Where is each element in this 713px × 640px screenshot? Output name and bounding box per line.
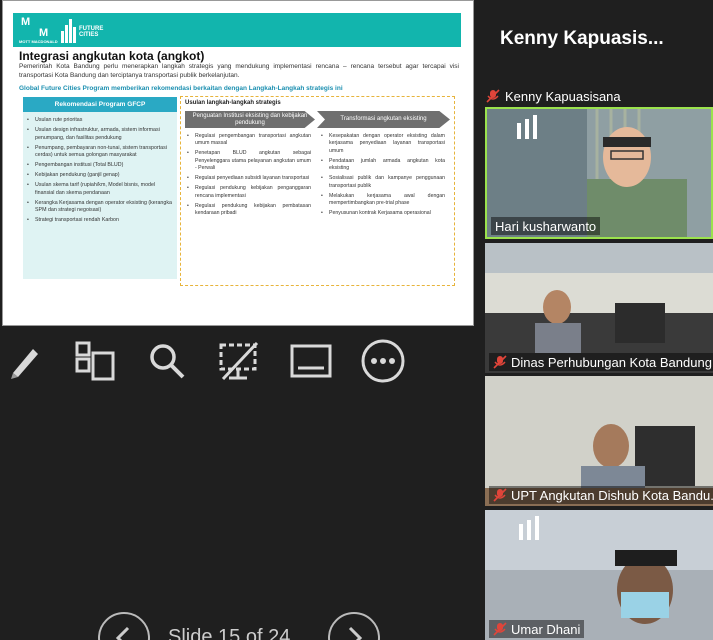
participant-name: Umar Dhani [511, 621, 581, 637]
mic-muted-icon [493, 355, 507, 369]
participant-kenny-label: Kenny Kapuasisana [486, 87, 621, 105]
video-tile-umar-dhani[interactable]: Umar Dhani [485, 510, 713, 640]
list-item: Pengembangan institusi (Total BLUD) [27, 162, 175, 170]
strategy-panel-header: Usulan langkah-langkah strategis [185, 100, 281, 106]
list-item: Usulan rute prioritas [27, 117, 175, 125]
participant-name-tag: Dinas Perhubungan Kota Bandung [489, 353, 713, 371]
list-item: Penetapan BLUD angkutan sebagai Penyelen… [187, 150, 311, 172]
list-item: Regulasi pengembangan transportasi angku… [187, 133, 311, 148]
participant-name-tag: Hari kusharwanto [491, 217, 601, 235]
mic-muted-icon [493, 622, 507, 636]
strategy-column-2-list: Kesepakatan dengan operator eksisting da… [321, 133, 445, 220]
zoom-icon[interactable] [144, 338, 190, 384]
recommendation-panel: Rekomendasi Program GFCP Usulan rute pri… [23, 97, 177, 279]
list-item: Kebijakan pendukung (ganjil genap) [27, 172, 175, 180]
recommendation-list: Usulan rute prioritas Usulan design infr… [27, 117, 175, 227]
participant-name: UPT Angkutan Dishub Kota Bandu... [511, 487, 713, 503]
slide-title: Integrasi angkutan kota (angkot) [19, 49, 205, 63]
list-item: Regulasi pendukung kebijakan penganggara… [187, 185, 311, 200]
list-item: Kerangka Kerjasama dengan operator eksis… [27, 200, 175, 215]
mic-muted-icon [486, 89, 500, 103]
chevron-left-icon [115, 626, 130, 640]
shared-slide: MM MOTT MACDONALD FUTURE CITIES Integras… [2, 0, 474, 326]
video-tile-dinas-perhubungan[interactable]: Dinas Perhubungan Kota Bandung [485, 243, 713, 373]
pen-icon[interactable] [2, 338, 48, 384]
list-item: Strategi transportasi rendah Karbon [27, 217, 175, 225]
slide-intro-text: Pemerintah Kota Bandung perlu menerapkan… [19, 63, 459, 79]
video-tile-hari[interactable]: Hari kusharwanto [485, 107, 713, 239]
more-icon[interactable] [360, 338, 406, 384]
list-item: Regulasi penyediaan subsidi layanan tran… [187, 175, 311, 183]
strategy-panel: Usulan langkah-langkah strategis Penguat… [180, 96, 455, 286]
video-tile-upt-angkutan[interactable]: UPT Angkutan Dishub Kota Bandu... [485, 376, 713, 506]
list-item: Regulasi pendukung kebijakan pembatasan … [187, 203, 311, 218]
strategy-column-2-title: Transformasi angkutan eksisting [317, 111, 450, 128]
slide-counter: Slide 15 of 24 [168, 626, 291, 640]
mic-muted-icon [493, 488, 507, 502]
list-item: Melakukan kerjasama awal dengan memperti… [321, 193, 445, 208]
next-slide-button[interactable] [328, 612, 380, 640]
participant-name-tag: Umar Dhani [489, 620, 585, 638]
participant-name: Kenny Kapuasisana [505, 88, 621, 104]
list-item: Usulan design infrastruktur, armada, sis… [27, 127, 175, 142]
mott-macdonald-logo: MM MOTT MACDONALD [19, 16, 58, 44]
slide-subtitle: Global Future Cities Program memberikan … [19, 85, 343, 92]
strategy-column-1-title: Penguatan Institusi eksisting dan kebija… [185, 111, 315, 128]
list-item: Sosialisasi publik dan kampanye pengguna… [321, 175, 445, 190]
list-item: Kesepakatan dengan operator eksisting da… [321, 133, 445, 155]
screen-off-icon[interactable] [216, 338, 262, 384]
list-item: Penumpang, pembayaran non-tunai, sistem … [27, 145, 175, 160]
chevron-right-icon [348, 626, 363, 640]
list-item: Pendataan jumlah armada angkutan kota ek… [321, 158, 445, 173]
slide-header-bar: MM MOTT MACDONALD FUTURE CITIES [13, 13, 461, 47]
active-speaker-name: Kenny Kapuasis... [500, 28, 664, 49]
participant-name-tag: UPT Angkutan Dishub Kota Bandu... [489, 486, 713, 504]
list-item: Usulan skema tarif (rupiah/km, Model bis… [27, 182, 175, 197]
strategy-column-1-list: Regulasi pengembangan transportasi angku… [187, 133, 311, 220]
recommendation-panel-header: Rekomendasi Program GFCP [23, 97, 177, 112]
future-cities-logo: FUTURE CITIES [61, 17, 121, 43]
participant-name: Hari kusharwanto [495, 218, 597, 234]
layout-icon[interactable] [72, 338, 118, 384]
participant-name: Dinas Perhubungan Kota Bandung [511, 354, 712, 370]
list-item: Penyusunan kontrak Kerjasama operasional [321, 210, 445, 218]
previous-slide-button[interactable] [98, 612, 150, 640]
caption-icon[interactable] [288, 338, 334, 384]
